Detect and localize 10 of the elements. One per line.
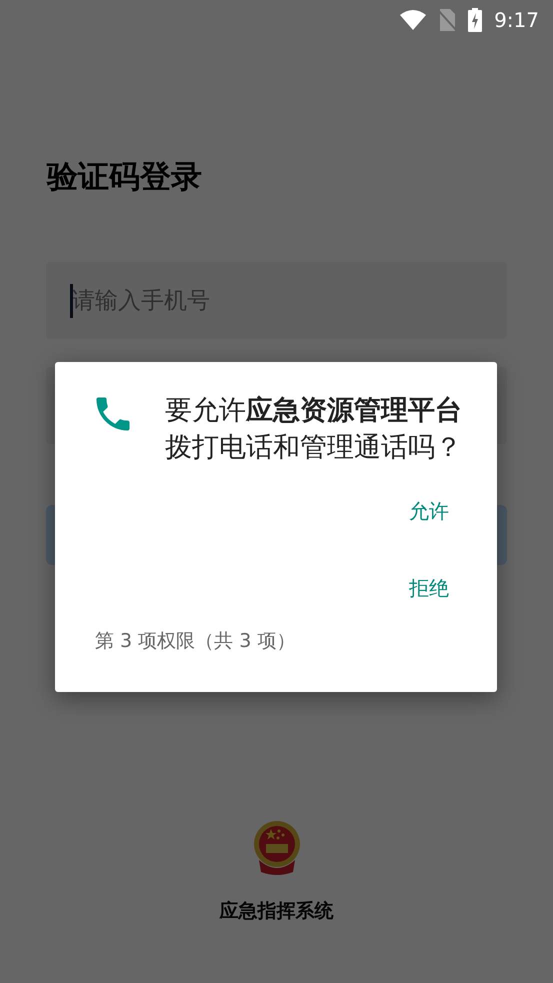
battery-icon: [468, 8, 482, 32]
page-title: 验证码登录: [47, 158, 203, 197]
clock-time: 9:17: [494, 8, 539, 32]
system-name: 应急指挥系统: [220, 899, 334, 924]
permission-message: 要允许应急资源管理平台拨打电话和管理通话吗？: [165, 394, 463, 465]
deny-button[interactable]: 拒绝: [401, 571, 457, 606]
wifi-icon: [400, 10, 426, 30]
permission-counter: 第 3 项权限（共 3 项）: [95, 629, 296, 654]
no-sim-icon: [438, 9, 456, 31]
allow-button[interactable]: 允许: [401, 494, 457, 529]
